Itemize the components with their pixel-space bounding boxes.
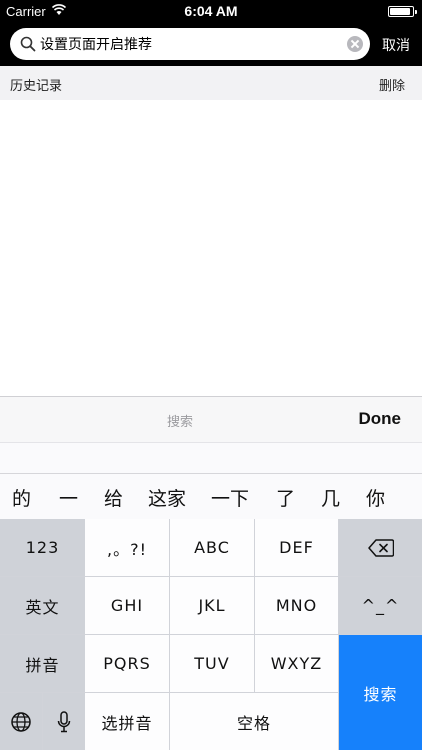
microphone-button[interactable] [43, 693, 85, 750]
history-title: 历史记录 [10, 79, 63, 94]
key-wxyz[interactable]: WXYZ [255, 635, 338, 692]
candidate-item[interactable]: 一 [59, 484, 78, 511]
key-jkl[interactable]: JKL [170, 577, 254, 634]
cancel-button[interactable]: 取消 [382, 35, 410, 55]
key-abc[interactable]: ABC [170, 519, 254, 576]
clear-text-icon[interactable] [347, 36, 363, 52]
candidate-item[interactable]: 的 [12, 484, 31, 511]
search-input[interactable] [40, 28, 340, 60]
delete-history-button[interactable]: 删除 [379, 75, 405, 94]
candidate-item[interactable]: 几 [321, 484, 340, 511]
key-select-pinyin[interactable]: 选拼音 [85, 693, 169, 750]
key-emoticon[interactable]: ^_^ [339, 577, 422, 634]
keyboard: 123 ,。?! ABC DEF 英文 GHI JKL MNO ^_^ 拼音 P… [0, 519, 422, 750]
backspace-icon [367, 538, 394, 557]
key-pinyin[interactable]: 拼音 [0, 635, 85, 692]
search-icon [20, 36, 36, 52]
done-button[interactable]: Done [359, 409, 402, 429]
search-key[interactable]: 搜索 [339, 635, 422, 750]
candidate-item[interactable]: 一下 [211, 484, 249, 511]
status-bar: Carrier 6:04 AM [0, 0, 422, 22]
candidate-bar: 的 一 给 这家 一下 了 几 你 [0, 473, 422, 519]
key-tuv[interactable]: TUV [170, 635, 254, 692]
key-def[interactable]: DEF [255, 519, 338, 576]
keyboard-accessory-bar: 搜索 Done [0, 396, 422, 442]
candidate-item[interactable]: 给 [104, 484, 123, 511]
space-bar[interactable]: 空格 [170, 693, 338, 750]
globe-icon [11, 711, 31, 732]
status-time: 6:04 AM [184, 3, 238, 19]
globe-button[interactable] [0, 693, 42, 750]
accessory-search-label: 搜索 [166, 415, 193, 430]
key-ghi[interactable]: GHI [85, 577, 169, 634]
history-section-header: 历史记录 删除 [0, 66, 422, 100]
backspace-button[interactable] [339, 519, 422, 576]
battery-fill [390, 8, 410, 15]
key-mno[interactable]: MNO [255, 577, 338, 634]
candidate-item[interactable]: 了 [276, 484, 295, 511]
key-english[interactable]: 英文 [0, 577, 85, 634]
microphone-icon [57, 710, 71, 732]
keyboard-top-strip [0, 442, 422, 473]
key-pqrs[interactable]: PQRS [85, 635, 169, 692]
candidate-item[interactable]: 你 [366, 484, 385, 511]
battery-icon [388, 6, 417, 17]
navigation-header: Carrier 6:04 AM 取消 [0, 0, 422, 66]
candidate-item[interactable]: 这家 [148, 484, 186, 511]
search-bar[interactable] [10, 28, 370, 60]
key-punctuation[interactable]: ,。?! [85, 519, 169, 576]
key-123[interactable]: 123 [0, 519, 85, 576]
